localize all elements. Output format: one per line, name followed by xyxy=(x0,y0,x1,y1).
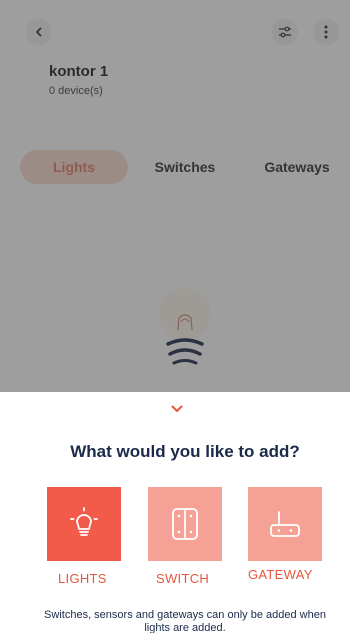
lights-tile[interactable] xyxy=(47,487,121,561)
light-switch-icon xyxy=(172,508,198,540)
router-icon xyxy=(270,511,300,537)
switch-label[interactable]: SWITCH xyxy=(156,571,209,586)
lightbulb-icon xyxy=(70,507,98,536)
gateway-label[interactable]: GATEWAY xyxy=(248,567,313,582)
chevron-down-icon[interactable] xyxy=(171,400,183,418)
add-gateway-option[interactable] xyxy=(248,487,322,561)
add-lights-option[interactable] xyxy=(47,487,121,561)
info-note: Switches, sensors and gateways can only … xyxy=(44,609,326,633)
switch-tile[interactable] xyxy=(148,487,222,561)
lights-label[interactable]: LIGHTS xyxy=(58,571,107,586)
modal-backdrop[interactable] xyxy=(0,0,350,400)
gateway-tile[interactable] xyxy=(248,487,322,561)
add-switch-option[interactable] xyxy=(148,487,222,561)
sheet-title: What would you like to add? xyxy=(70,442,300,461)
